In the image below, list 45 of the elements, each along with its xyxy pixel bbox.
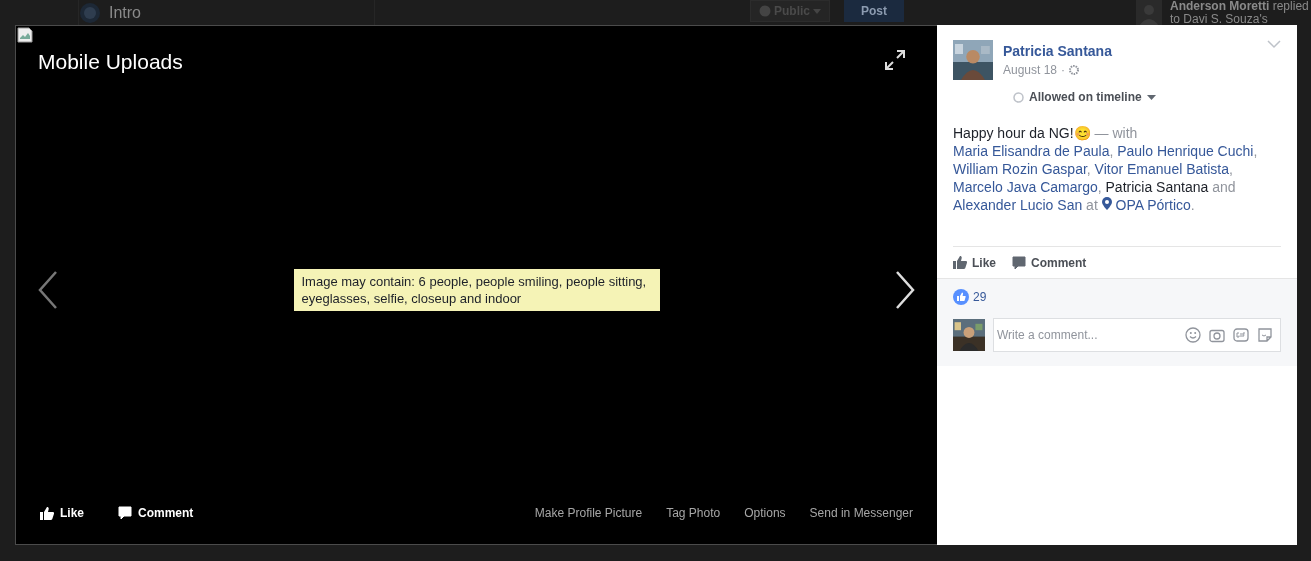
caret-icon (1146, 94, 1156, 100)
notification-text: replied (1272, 0, 1309, 13)
expand-icon[interactable] (885, 50, 905, 70)
like-count[interactable]: 29 (973, 290, 987, 304)
tagged-person-link[interactable]: Alexander Lucio San (953, 197, 1083, 213)
place-link[interactable]: OPA Pórtico (1101, 197, 1191, 213)
post-message: Happy hour da NG!😊 — with Maria Elisandra de Paula, Paulo Henrique Cuchi, William Rozin Gaspar, Vitor Emanuel Batista, Marcelo Java Camargo, Patricia Santana and Alexander Lucio San at OPA Pórtico. (952, 124, 1259, 215)
comment-field[interactable]: Write a comment... (993, 318, 1281, 352)
caret-icon (813, 8, 821, 14)
map-pin-icon (1101, 197, 1112, 210)
author-name[interactable]: Patricia Santana (1003, 43, 1257, 59)
notification-name: Anderson Moretti (1170, 0, 1270, 13)
thumbs-up-icon (40, 506, 54, 520)
speech-bubble-icon (118, 506, 132, 520)
comment-button[interactable]: Comment (1012, 255, 1087, 270)
like-button[interactable]: Like (40, 506, 84, 520)
photo-action-link[interactable]: Options (744, 506, 786, 520)
photo-action-link[interactable]: Send in Messenger (809, 506, 913, 520)
photo-action-link[interactable]: Tag Photo (666, 506, 721, 520)
album-title: Mobile Uploads (38, 50, 183, 74)
chevron-right-icon[interactable] (895, 271, 915, 309)
circle-icon (1013, 91, 1024, 103)
like-button[interactable]: Like (953, 255, 996, 270)
image-description: Image may contain: 6 people, people smiling, people sitting, eyeglasses, selfie, closeup and indoor (293, 269, 660, 311)
tagged-person-link[interactable]: Vitor Emanuel Batista (1094, 161, 1229, 177)
post-button[interactable]: Post (844, 0, 904, 22)
like-reaction-icon[interactable] (953, 289, 969, 305)
gif-icon[interactable] (1233, 327, 1249, 343)
chevron-down-icon[interactable] (1267, 40, 1281, 49)
comment-button[interactable]: Comment (118, 506, 194, 520)
avatar-icon (1136, 0, 1162, 26)
camera-icon[interactable] (1209, 327, 1225, 343)
chevron-left-icon[interactable] (38, 271, 58, 309)
separator-dot: · (1061, 63, 1066, 77)
sticker-icon[interactable] (1257, 327, 1273, 343)
tagged-person-link[interactable]: Marcelo Java Camargo (953, 179, 1098, 195)
broken-image-icon (17, 27, 33, 43)
tagged-person-link[interactable]: William Rozin Gaspar (953, 161, 1087, 177)
section-title: Intro (109, 4, 141, 22)
notification-text: to Davi S. Souza's (1170, 13, 1269, 26)
smiley-icon[interactable] (1185, 327, 1201, 343)
photo-action-link[interactable]: Make Profile Picture (534, 506, 643, 520)
timeline-status[interactable]: Allowed on timeline (997, 90, 1297, 104)
speech-bubble-icon (1012, 255, 1026, 270)
thumbs-up-icon (953, 256, 967, 269)
